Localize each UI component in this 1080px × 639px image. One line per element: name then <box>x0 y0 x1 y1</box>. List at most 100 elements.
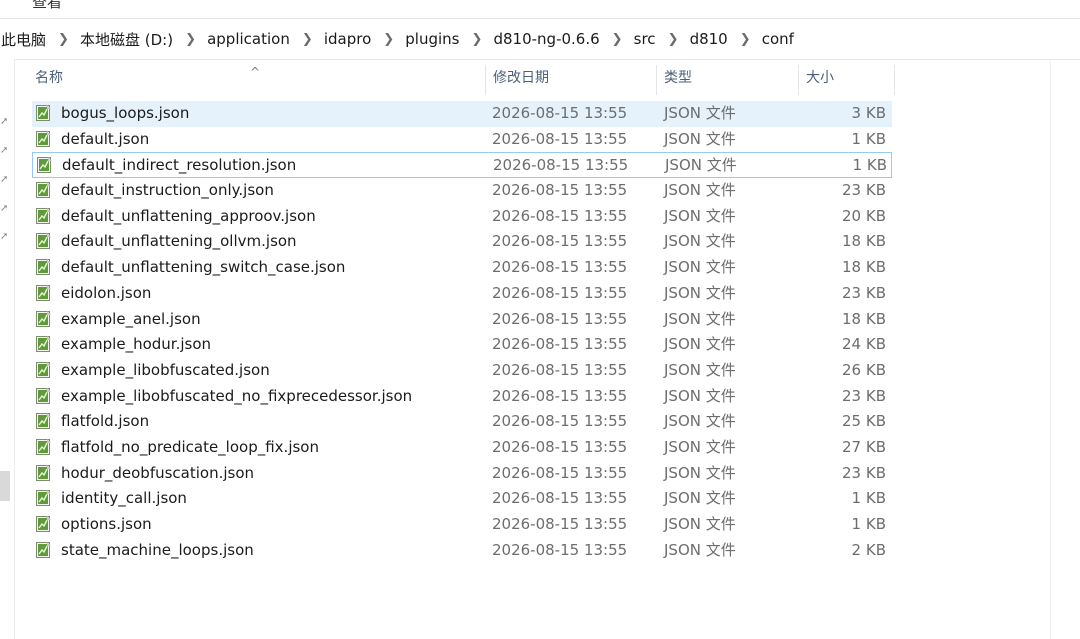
file-date: 2026-08-15 13:55 <box>492 309 628 328</box>
file-type: JSON 文件 <box>664 437 736 456</box>
navigation-pane: ➚ ➚ ➚ ➚ ➚ <box>0 59 15 639</box>
file-date: 2026-08-15 13:55 <box>492 412 628 431</box>
pin-icon[interactable]: ➚ <box>0 232 8 242</box>
breadcrumb-item-this-pc[interactable]: 此电脑 <box>0 29 48 50</box>
file-size: 20 KB <box>842 206 886 225</box>
pin-icon[interactable]: ➚ <box>0 204 8 214</box>
file-row[interactable]: default_unflattening_switch_case.json 20… <box>32 255 892 281</box>
breadcrumb-item-application[interactable]: application <box>205 30 292 48</box>
column-divider[interactable] <box>894 65 895 95</box>
file-date: 2026-08-15 13:55 <box>492 437 628 456</box>
file-size: 23 KB <box>842 181 886 200</box>
file-type: JSON 文件 <box>664 515 736 533</box>
file-row[interactable]: hodur_deobfuscation.json 2026-08-15 13:5… <box>32 461 892 487</box>
file-type: JSON 文件 <box>664 360 736 379</box>
file-date: 2026-08-15 13:55 <box>492 335 628 354</box>
chevron-right-icon[interactable]: ❯ <box>668 32 679 47</box>
file-type: JSON 文件 <box>664 129 736 148</box>
breadcrumb-item-conf[interactable]: conf <box>760 30 796 48</box>
file-row[interactable]: eidolon.json 2026-08-15 13:55 JSON 文件 23… <box>32 281 892 307</box>
breadcrumb-item-d810-ng[interactable]: d810-ng-0.6.6 <box>491 30 601 48</box>
file-row[interactable]: default_indirect_resolution.json 2026-08… <box>32 152 892 179</box>
json-file-icon <box>36 438 54 456</box>
json-file-icon <box>36 310 54 328</box>
chevron-right-icon[interactable]: ❯ <box>740 32 751 47</box>
file-date: 2026-08-15 13:55 <box>492 258 628 277</box>
json-file-icon <box>36 361 54 379</box>
file-type: JSON 文件 <box>664 412 736 431</box>
chevron-right-icon[interactable]: ❯ <box>185 32 196 47</box>
pin-icon[interactable]: ➚ <box>0 175 8 185</box>
file-size: 1 KB <box>852 156 887 175</box>
file-name: flatfold_no_predicate_loop_fix.json <box>61 437 319 456</box>
json-file-icon <box>36 130 54 148</box>
file-date: 2026-08-15 13:55 <box>493 156 629 175</box>
column-header-name[interactable]: 名称 ^ <box>28 61 486 95</box>
file-row[interactable]: default_instruction_only.json 2026-08-15… <box>32 178 892 204</box>
file-name: default_unflattening_approov.json <box>61 206 316 225</box>
file-size: 3 KB <box>851 104 886 122</box>
file-row[interactable]: state_machine_loops.json 2026-08-15 13:5… <box>32 538 892 564</box>
file-row[interactable]: example_libobfuscated.json 2026-08-15 13… <box>32 358 892 384</box>
file-size: 23 KB <box>842 463 886 482</box>
file-row[interactable]: flatfold_no_predicate_loop_fix.json 2026… <box>32 435 892 461</box>
file-row[interactable]: example_libobfuscated_no_fixprecedessor.… <box>32 384 892 410</box>
file-name: example_libobfuscated_no_fixprecedessor.… <box>61 386 413 405</box>
file-row[interactable]: bogus_loops.json 2026-08-15 13:55 JSON 文… <box>32 101 892 127</box>
pin-icon[interactable]: ➚ <box>0 117 8 127</box>
chevron-right-icon[interactable]: ❯ <box>302 32 313 47</box>
file-row[interactable]: example_anel.json 2026-08-15 13:55 JSON … <box>32 307 892 333</box>
breadcrumb-item-idapro[interactable]: idapro <box>322 30 373 48</box>
file-type: JSON 文件 <box>664 386 736 405</box>
file-name: default_unflattening_ollvm.json <box>61 232 297 251</box>
file-date: 2026-08-15 13:55 <box>492 129 628 148</box>
file-name: example_libobfuscated.json <box>61 360 270 379</box>
file-size: 23 KB <box>842 283 886 302</box>
json-file-icon <box>36 335 54 353</box>
file-type: JSON 文件 <box>664 489 736 508</box>
file-type: JSON 文件 <box>664 463 736 482</box>
file-row[interactable]: default_unflattening_ollvm.json 2026-08-… <box>32 229 892 255</box>
vertical-scrollbar[interactable] <box>1050 59 1051 639</box>
breadcrumb-item-plugins[interactable]: plugins <box>403 30 461 48</box>
chevron-right-icon[interactable]: ❯ <box>612 32 623 47</box>
menu-item-view[interactable]: 查看 <box>32 0 62 12</box>
file-name: identity_call.json <box>61 489 187 508</box>
column-header-size[interactable]: 大小 <box>799 61 895 95</box>
file-date: 2026-08-15 13:55 <box>492 489 628 508</box>
file-date: 2026-08-15 13:55 <box>492 181 628 200</box>
column-header-date[interactable]: 修改日期 <box>486 61 657 95</box>
file-type: JSON 文件 <box>664 232 736 251</box>
file-name: hodur_deobfuscation.json <box>61 463 255 482</box>
nav-selected-item[interactable] <box>0 471 10 501</box>
chevron-right-icon[interactable]: ❯ <box>383 32 394 47</box>
menu-bar: 查看 <box>0 0 1080 14</box>
file-row[interactable]: identity_call.json 2026-08-15 13:55 JSON… <box>32 486 892 512</box>
file-date: 2026-08-15 13:55 <box>492 386 628 405</box>
breadcrumb-item-local-disk[interactable]: 本地磁盘 (D:) <box>78 29 175 50</box>
file-date: 2026-08-15 13:55 <box>492 283 628 302</box>
json-file-icon <box>36 387 54 405</box>
breadcrumb-item-d810[interactable]: d810 <box>688 30 730 48</box>
json-file-icon <box>36 207 54 225</box>
file-size: 1 KB <box>851 515 886 533</box>
file-row[interactable]: options.json 2026-08-15 13:55 JSON 文件 1 … <box>32 512 892 538</box>
json-file-icon <box>36 232 54 250</box>
file-name: example_hodur.json <box>61 335 211 354</box>
column-header-type[interactable]: 类型 <box>657 61 799 95</box>
file-row[interactable]: default_unflattening_approov.json 2026-0… <box>32 204 892 230</box>
file-type: JSON 文件 <box>664 181 736 200</box>
json-file-icon <box>36 464 54 482</box>
file-type: JSON 文件 <box>664 540 736 559</box>
file-date: 2026-08-15 13:55 <box>492 360 628 379</box>
chevron-right-icon[interactable]: ❯ <box>58 32 69 47</box>
pin-icon[interactable]: ➚ <box>0 146 8 156</box>
file-date: 2026-08-15 13:55 <box>492 463 628 482</box>
json-file-icon <box>36 412 54 430</box>
file-type: JSON 文件 <box>664 335 736 354</box>
breadcrumb-item-src[interactable]: src <box>632 30 658 48</box>
file-row[interactable]: default.json 2026-08-15 13:55 JSON 文件 1 … <box>32 127 892 153</box>
file-row[interactable]: example_hodur.json 2026-08-15 13:55 JSON… <box>32 332 892 358</box>
chevron-right-icon[interactable]: ❯ <box>471 32 482 47</box>
file-row[interactable]: flatfold.json 2026-08-15 13:55 JSON 文件 2… <box>32 409 892 435</box>
